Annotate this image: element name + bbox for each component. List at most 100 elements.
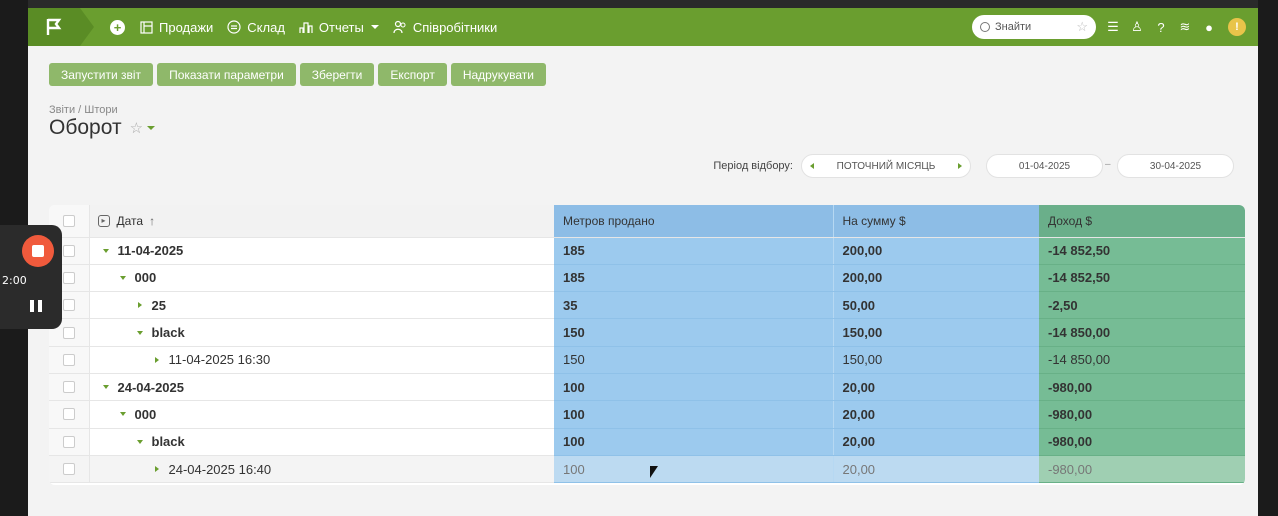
prev-period-icon[interactable] — [810, 163, 814, 169]
collapse-icon[interactable] — [119, 275, 126, 280]
cell-income: -980,00 — [1039, 400, 1245, 429]
row-checkbox[interactable] — [63, 299, 75, 312]
person-pose-icon[interactable]: ♙ — [1130, 19, 1144, 35]
date-separator: – — [1105, 159, 1111, 170]
table-row[interactable]: 11-04-2025 185 200,00 -14 852,50 — [49, 237, 1245, 265]
nav-item-reports[interactable]: Отчеты — [299, 20, 379, 35]
nav-item-employees-label: Співробітники — [412, 19, 498, 35]
employees-icon — [393, 20, 407, 34]
group-toggle-icon[interactable]: ▸ — [97, 214, 110, 227]
run-report-button[interactable]: Запустити звіт — [49, 63, 154, 86]
period-filter: Період відбору: ПОТОЧНИЙ МІСЯЦЬ 01-04-20… — [28, 154, 1258, 178]
pause-icon[interactable] — [30, 300, 42, 312]
stop-recording-button[interactable] — [22, 235, 54, 267]
export-button[interactable]: Експорт — [378, 63, 447, 86]
cell-meters: 100 — [554, 455, 834, 484]
nav-item-reports-label: Отчеты — [318, 19, 364, 35]
table-row[interactable]: black 150 150,00 -14 850,00 — [49, 318, 1245, 347]
period-value: ПОТОЧНИЙ МІСЯЦЬ — [836, 160, 936, 172]
row-checkbox[interactable] — [63, 271, 75, 284]
row-label: 000 — [134, 270, 157, 286]
table-row[interactable]: 000 100 20,00 -980,00 — [49, 400, 1245, 429]
show-params-button[interactable]: Показати параметри — [157, 63, 296, 86]
expand-icon[interactable] — [137, 302, 142, 309]
chevron-down-icon — [370, 25, 379, 29]
search-input[interactable]: Знайти ☆ — [972, 15, 1096, 39]
column-header-date-label: Дата — [116, 213, 144, 228]
table-row[interactable]: 24-04-2025 16:40 100 20,00 -980,00 — [49, 455, 1245, 484]
report-table: ▸ Дата ↑ Метров продано На сумму $ Доход… — [49, 205, 1245, 485]
nav-item-sales[interactable]: Продажи — [139, 20, 213, 35]
row-checkbox[interactable] — [63, 435, 75, 448]
select-all-checkbox[interactable] — [63, 214, 75, 227]
app-logo[interactable] — [28, 8, 94, 46]
cell-income: -2,50 — [1039, 291, 1245, 320]
menu-icon[interactable]: ☰ — [1106, 19, 1120, 35]
window-top-bar — [28, 0, 1258, 8]
top-navbar: + Продажи Склад Отчеты Співробітники Зна… — [28, 8, 1258, 46]
table-row[interactable]: 24-04-2025 100 20,00 -980,00 — [49, 373, 1245, 402]
row-checkbox[interactable] — [63, 408, 75, 421]
page-title: Оборот — [49, 116, 122, 139]
column-header-date[interactable]: ▸ Дата ↑ — [89, 205, 554, 238]
expand-icon[interactable] — [154, 356, 159, 363]
table-row[interactable]: 11-04-2025 16:30 150 150,00 -14 850,00 — [49, 346, 1245, 374]
row-checkbox[interactable] — [63, 353, 75, 366]
next-period-icon[interactable] — [958, 163, 962, 169]
cell-meters: 150 — [554, 346, 834, 374]
nav-item-warehouse-label: Склад — [247, 19, 285, 35]
nav-item-warehouse[interactable]: Склад — [227, 20, 285, 35]
column-header-sum[interactable]: На сумму $ — [833, 205, 1039, 238]
row-checkbox[interactable] — [63, 244, 75, 257]
cell-sum: 50,00 — [833, 291, 1039, 320]
collapse-icon[interactable] — [102, 385, 109, 390]
cell-meters: 100 — [554, 400, 834, 429]
column-header-meters[interactable]: Метров продано — [554, 205, 834, 238]
user-icon[interactable]: ● — [1202, 20, 1216, 35]
cell-sum: 20,00 — [833, 455, 1039, 484]
expand-icon[interactable] — [154, 466, 159, 473]
collapse-icon[interactable] — [119, 412, 126, 417]
cell-income: -14 852,50 — [1039, 264, 1245, 293]
title-row: Оборот ☆ — [49, 116, 156, 140]
table-row[interactable]: 000 185 200,00 -14 852,50 — [49, 264, 1245, 293]
table-header-row: ▸ Дата ↑ Метров продано На сумму $ Доход… — [49, 205, 1245, 238]
cell-sum: 200,00 — [833, 237, 1039, 265]
favorite-star-icon[interactable]: ☆ — [130, 119, 143, 137]
cell-meters: 150 — [554, 318, 834, 347]
date-to-field[interactable]: 30-04-2025 — [1117, 154, 1234, 178]
collapse-icon[interactable] — [136, 439, 143, 444]
help-icon[interactable]: ? — [1154, 20, 1168, 35]
cell-income: -14 850,00 — [1039, 318, 1245, 347]
row-label: 000 — [134, 406, 157, 422]
row-checkbox[interactable] — [63, 326, 75, 339]
layers-icon[interactable]: ≋ — [1178, 19, 1192, 35]
table-row[interactable]: black 100 20,00 -980,00 — [49, 428, 1245, 456]
sort-asc-icon[interactable]: ↑ — [149, 214, 155, 228]
print-button[interactable]: Надрукувати — [450, 63, 546, 86]
row-label: black — [151, 434, 185, 450]
period-select[interactable]: ПОТОЧНИЙ МІСЯЦЬ — [801, 154, 971, 178]
cell-income: -980,00 — [1039, 455, 1245, 484]
reports-icon — [299, 20, 313, 34]
star-icon[interactable]: ☆ — [1076, 19, 1088, 35]
add-icon[interactable]: + — [110, 19, 125, 35]
collapse-icon[interactable] — [102, 248, 109, 253]
recording-time: 2:00 — [2, 274, 27, 287]
table-row[interactable]: 25 35 50,00 -2,50 — [49, 291, 1245, 320]
row-checkbox[interactable] — [63, 381, 75, 394]
save-button[interactable]: Зберегти — [299, 63, 375, 86]
date-from-field[interactable]: 01-04-2025 — [986, 154, 1103, 178]
cell-income: -14 850,00 — [1039, 346, 1245, 374]
nav-item-employees[interactable]: Співробітники — [393, 20, 497, 35]
navbar-right-tools: Знайти ☆ ☰ ♙ ? ≋ ● ! — [972, 8, 1246, 46]
breadcrumb[interactable]: Звіти / Штори — [49, 104, 118, 116]
column-header-income[interactable]: Доход $ — [1039, 205, 1245, 238]
cell-meters: 100 — [554, 373, 834, 402]
collapse-icon[interactable] — [136, 330, 143, 335]
search-placeholder: Знайти — [995, 21, 1032, 33]
avatar[interactable]: ! — [1228, 18, 1246, 36]
cell-sum: 150,00 — [833, 318, 1039, 347]
title-chevron-down-icon[interactable] — [147, 126, 156, 130]
row-checkbox[interactable] — [63, 463, 75, 476]
